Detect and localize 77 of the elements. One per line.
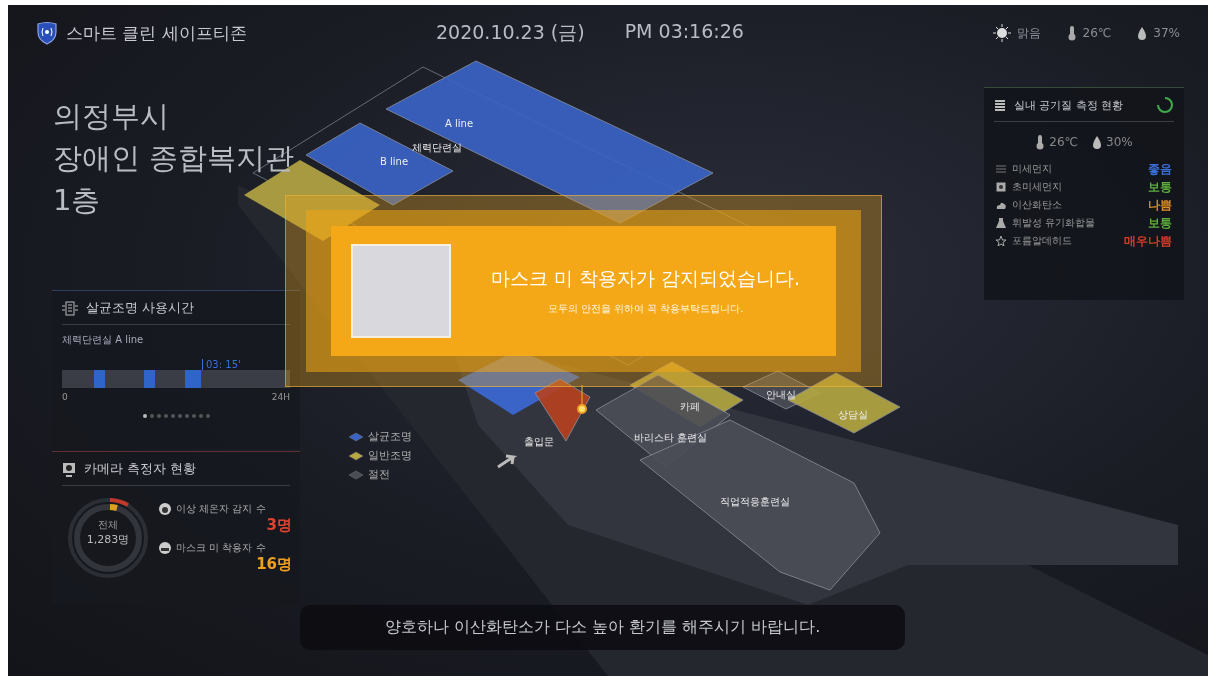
mask-face-icon — [158, 541, 172, 555]
location-title: 장애인 종합복지관 — [53, 140, 296, 177]
cloud-icon — [996, 200, 1006, 210]
refresh-icon[interactable] — [1156, 96, 1174, 114]
room-label: 직업적응훈련실 — [720, 496, 790, 507]
air-item-name: 이산화탄소 — [1012, 198, 1062, 212]
drop-icon — [1092, 134, 1103, 150]
stat-value: 16명 — [255, 555, 292, 574]
panel-title: 살균조명 사용시간 — [86, 299, 195, 317]
room-label: A line — [445, 118, 474, 129]
room-label: 카페 — [680, 401, 700, 412]
camera-icon — [62, 461, 76, 477]
page-dot[interactable] — [163, 414, 168, 418]
room-label: B line — [380, 156, 409, 167]
legend-label: 절전 — [368, 467, 390, 482]
face-icon — [158, 502, 172, 516]
page-dot[interactable] — [205, 414, 210, 418]
sun-icon — [992, 24, 1011, 42]
air-grade: 나쁨 — [1148, 196, 1172, 214]
flask-icon — [996, 218, 1006, 228]
room-label: 바리스타 훈련실 — [634, 432, 708, 443]
page-dot[interactable] — [142, 414, 147, 418]
temperature-text: 26℃ — [1049, 135, 1079, 149]
legend-label: 살균조명 — [368, 429, 412, 444]
lines-icon — [996, 164, 1006, 174]
page-dot[interactable] — [177, 414, 182, 418]
star-icon — [996, 236, 1006, 246]
humidity-text: 30% — [1106, 135, 1133, 149]
page-dot[interactable] — [184, 414, 189, 418]
time-text: PM 03:16:26 — [624, 20, 744, 44]
thermometer-icon — [1066, 25, 1077, 41]
notice-message: 양호하나 이산화탄소가 다소 높아 환기를 해주시기 바랍니다. — [300, 605, 905, 650]
panel-title: 카메라 측정자 현황 — [84, 460, 197, 478]
square-icon — [996, 182, 1006, 192]
axis-label: 24H — [271, 392, 290, 402]
location-title: 1층 — [53, 182, 102, 219]
air-grade: 보통 — [1148, 178, 1172, 196]
room-label: 출입문 — [524, 436, 554, 447]
drop-icon — [1137, 25, 1148, 41]
stat-label: 이상 체온자 감지 수 — [176, 502, 266, 516]
page-dot[interactable] — [170, 414, 175, 418]
air-item-name: 포름알데히드 — [1012, 234, 1072, 248]
stat-value: 3명 — [265, 516, 292, 535]
air-item-name: 휘발성 유기화합물 — [1012, 216, 1096, 230]
list-icon — [994, 98, 1006, 112]
air-item-name: 미세먼지 — [1012, 162, 1052, 176]
arrow-icon — [496, 454, 518, 469]
total-count: 1,283명 — [85, 532, 131, 547]
room-label: 안내실 — [766, 389, 796, 400]
stat-label: 마스크 미 착용자 수 — [176, 541, 266, 555]
temperature-text: 26℃ — [1082, 26, 1112, 40]
axis-label: 0 — [62, 392, 68, 402]
page-dot[interactable] — [149, 414, 154, 418]
page-dot[interactable] — [156, 414, 161, 418]
date-text: 2020.10.23 (금) — [436, 20, 585, 45]
thermometer-icon — [1035, 134, 1046, 150]
air-grade: 보통 — [1148, 214, 1172, 232]
air-grade: 좋음 — [1148, 160, 1172, 178]
lamp-icon — [62, 300, 78, 316]
alert-title: 마스크 미 착용자가 감지되었습니다. — [489, 266, 802, 291]
humidity-text: 37% — [1153, 26, 1180, 40]
alert-message: 모두의 안전을 위하여 꼭 착용부탁드립니다. — [546, 302, 745, 316]
legend-label: 일반조명 — [368, 448, 412, 463]
total-label: 전체 — [97, 518, 119, 532]
shield-logo-icon — [36, 21, 58, 45]
app-name: 스마트 클린 세이프티존 — [66, 21, 247, 45]
area-label: 체력단련실 — [412, 142, 462, 153]
panel-title: 실내 공기질 측정 현황 — [1014, 97, 1124, 113]
page-dot[interactable] — [198, 414, 203, 418]
page-dot[interactable] — [191, 414, 196, 418]
weather-condition: 맑음 — [1016, 24, 1041, 42]
air-grade: 매우나쁨 — [1124, 232, 1172, 250]
air-item-name: 초미세먼지 — [1012, 180, 1062, 194]
room-name: 체력단련실 A line — [62, 333, 145, 347]
room-label: 상담실 — [838, 409, 868, 420]
location-title: 의정부시 — [53, 98, 170, 135]
location-marker — [577, 384, 587, 414]
